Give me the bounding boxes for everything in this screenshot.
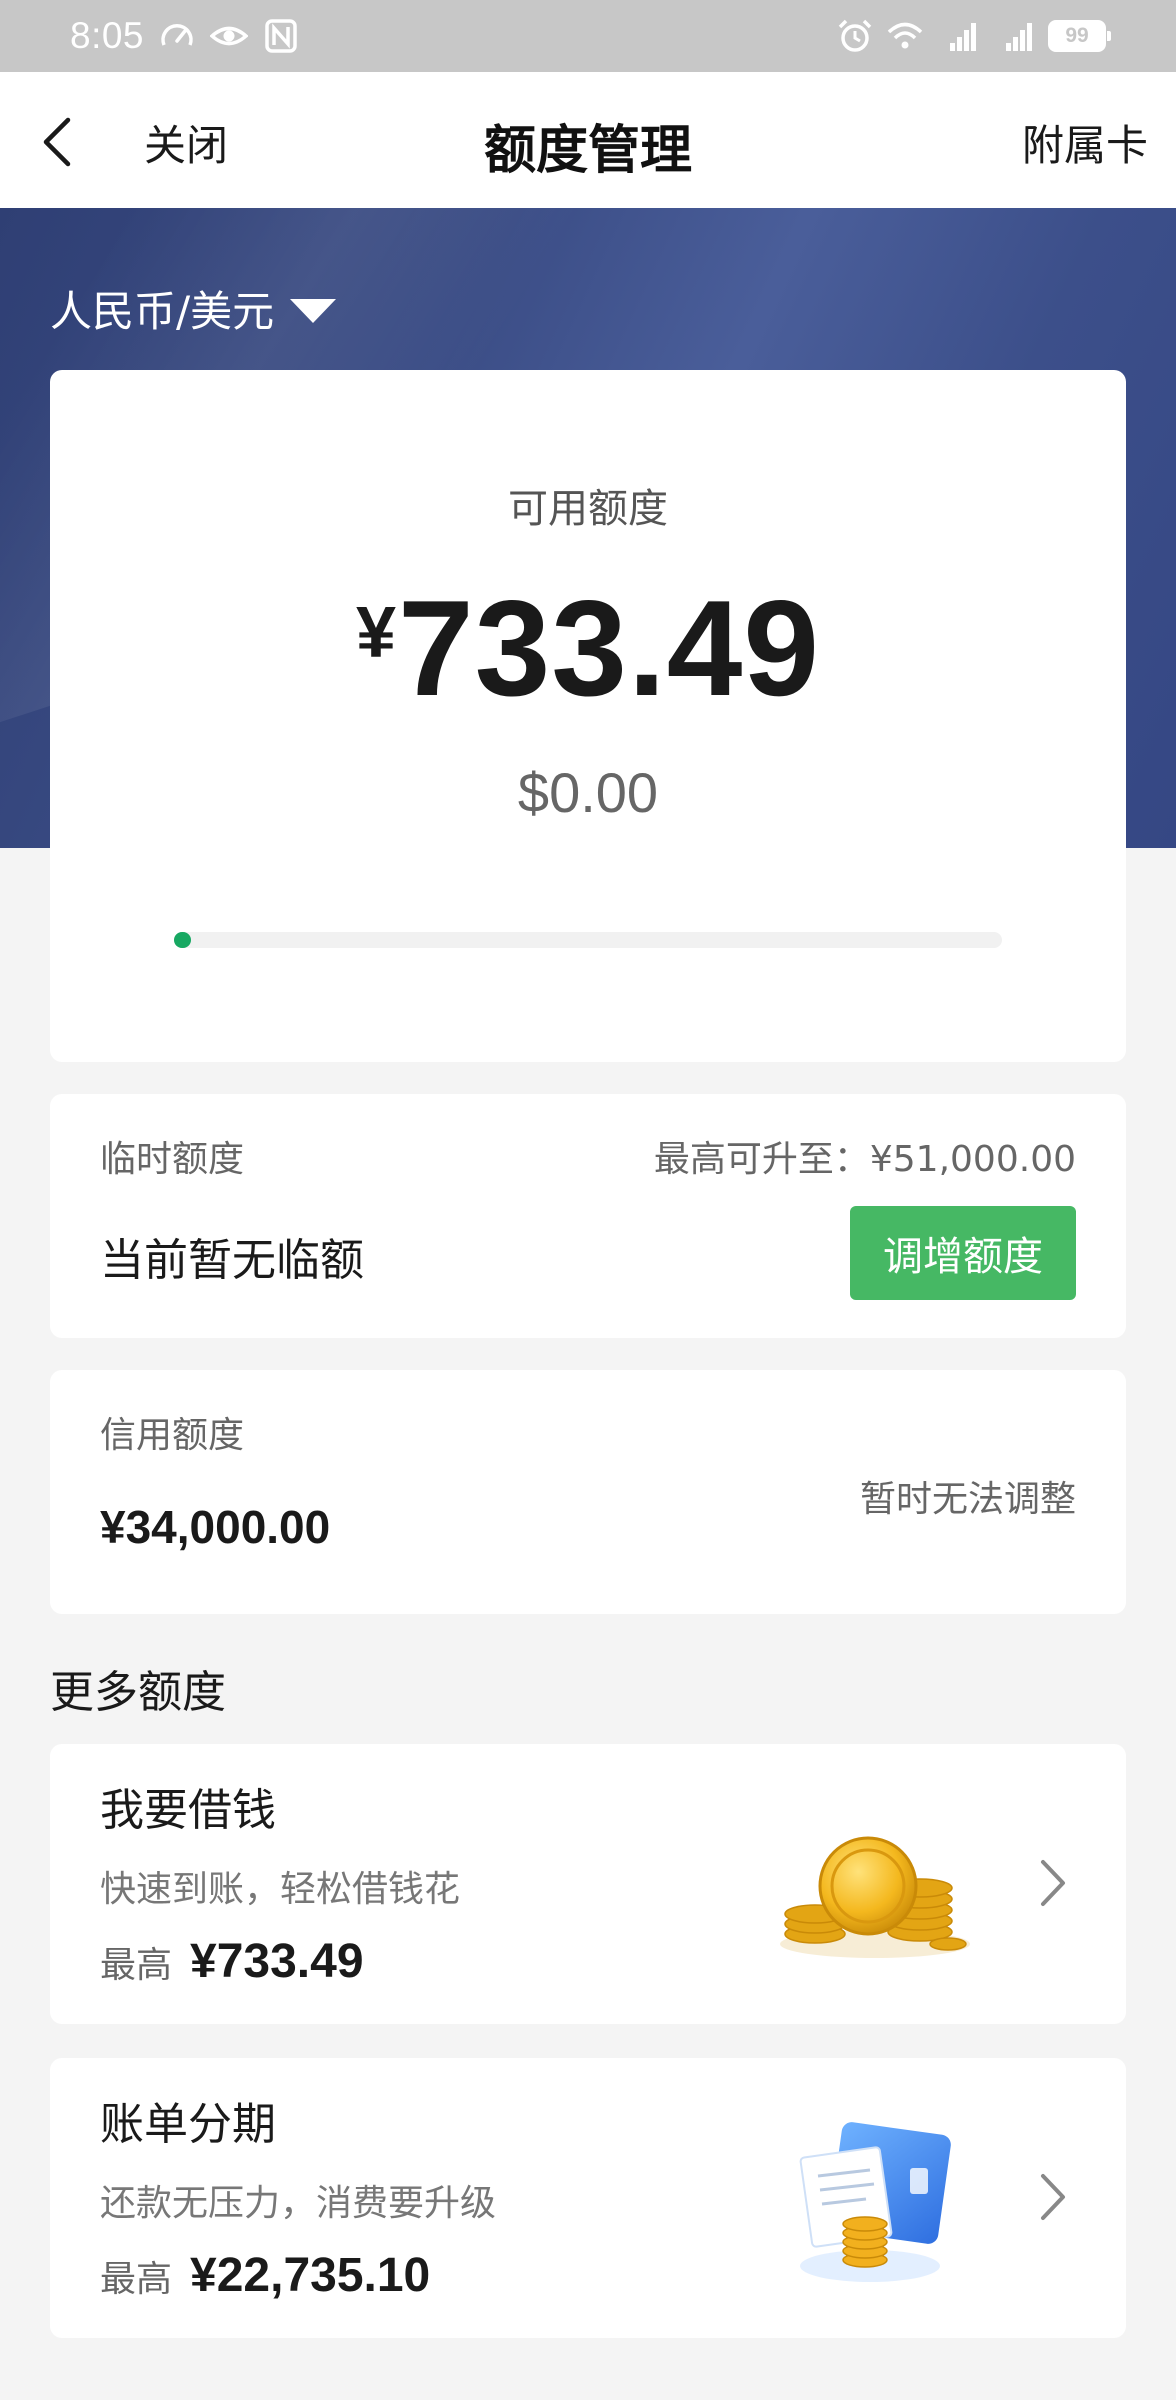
temporary-credit-card: 临时额度 最高可升至：¥51,000.00 当前暂无临额 调增额度 bbox=[50, 1094, 1126, 1338]
status-time: 8:05 bbox=[70, 15, 145, 56]
currency-selector[interactable]: 人民币/美元 bbox=[50, 278, 337, 339]
available-credit-value: 733.49 bbox=[398, 572, 820, 724]
bill-installment-amount: ¥22,735.10 bbox=[190, 2249, 431, 2302]
bill-installment-prefix: 最高 bbox=[100, 2259, 173, 2300]
borrow-money-card[interactable]: 我要借钱 快速到账，轻松借钱花 最高 ¥733.49 bbox=[50, 1744, 1126, 2024]
currency-selector-label: 人民币/美元 bbox=[50, 287, 275, 336]
credit-limit-label: 信用额度 bbox=[100, 1415, 245, 1456]
available-credit-card: 可用额度 ¥733.49 $0.00 bbox=[50, 370, 1126, 1062]
status-bar: 8:05 99 bbox=[0, 0, 1176, 72]
caret-down-icon bbox=[290, 298, 337, 323]
nav-bar: 关闭 额度管理 附属卡 bbox=[0, 72, 1176, 208]
available-credit-amount: ¥733.49 bbox=[50, 570, 1126, 726]
bill-installment-limit: 最高 ¥22,735.10 bbox=[100, 2248, 430, 2303]
bill-installment-title: 账单分期 bbox=[100, 2099, 276, 2150]
battery-icon: 99 bbox=[1048, 20, 1111, 52]
nfc-icon bbox=[265, 19, 297, 53]
credit-usage-progress bbox=[174, 932, 1002, 948]
bill-installment-card[interactable]: 账单分期 还款无压力，消费要升级 最高 ¥22,735.10 bbox=[50, 2058, 1126, 2338]
temporary-credit-max: 最高可升至：¥51,000.00 bbox=[653, 1139, 1076, 1180]
page-title: 额度管理 bbox=[483, 121, 692, 181]
eye-icon bbox=[210, 26, 249, 46]
available-credit-label: 可用额度 bbox=[508, 486, 668, 532]
borrow-money-amount: ¥733.49 bbox=[190, 1935, 364, 1988]
wifi-icon bbox=[887, 22, 923, 49]
available-usd-amount: $0.00 bbox=[517, 761, 659, 824]
temporary-credit-status: 当前暂无临额 bbox=[100, 1235, 364, 1286]
battery-level: 99 bbox=[1065, 24, 1089, 47]
borrow-money-subtitle: 快速到账，轻松借钱花 bbox=[100, 1869, 461, 1910]
credit-usage-progress-fill bbox=[174, 932, 191, 948]
supplementary-card-link[interactable]: 附属卡 bbox=[1022, 112, 1148, 173]
chevron-right-icon bbox=[1041, 2174, 1065, 2220]
credit-limit-card: 信用额度 ¥34,000.00 暂时无法调整 bbox=[50, 1370, 1126, 1614]
borrow-money-title: 我要借钱 bbox=[100, 1785, 276, 1836]
card-bill-coins-icon bbox=[799, 2122, 951, 2282]
status-right: 99 bbox=[836, 17, 1111, 55]
signal-5g-icon bbox=[1006, 23, 1032, 51]
chevron-right-icon bbox=[1041, 1860, 1065, 1906]
increase-limit-button[interactable]: 调增额度 bbox=[850, 1206, 1076, 1300]
signal-4g-icon bbox=[950, 23, 976, 51]
gold-coins-icon bbox=[780, 1836, 970, 1958]
more-credit-section-title: 更多额度 bbox=[50, 1667, 226, 1718]
borrow-money-prefix: 最高 bbox=[100, 1945, 173, 1986]
borrow-money-limit: 最高 ¥733.49 bbox=[100, 1934, 364, 1989]
credit-limit-amount: ¥34,000.00 bbox=[100, 1501, 331, 1553]
bill-installment-subtitle: 还款无压力，消费要升级 bbox=[100, 2183, 497, 2224]
status-left: 8:05 bbox=[70, 15, 300, 57]
speedometer-icon bbox=[161, 24, 193, 46]
alarm-icon bbox=[838, 19, 872, 52]
yen-symbol: ¥ bbox=[355, 593, 397, 673]
credit-limit-note: 暂时无法调整 bbox=[859, 1479, 1076, 1520]
temporary-credit-label: 临时额度 bbox=[100, 1139, 245, 1180]
